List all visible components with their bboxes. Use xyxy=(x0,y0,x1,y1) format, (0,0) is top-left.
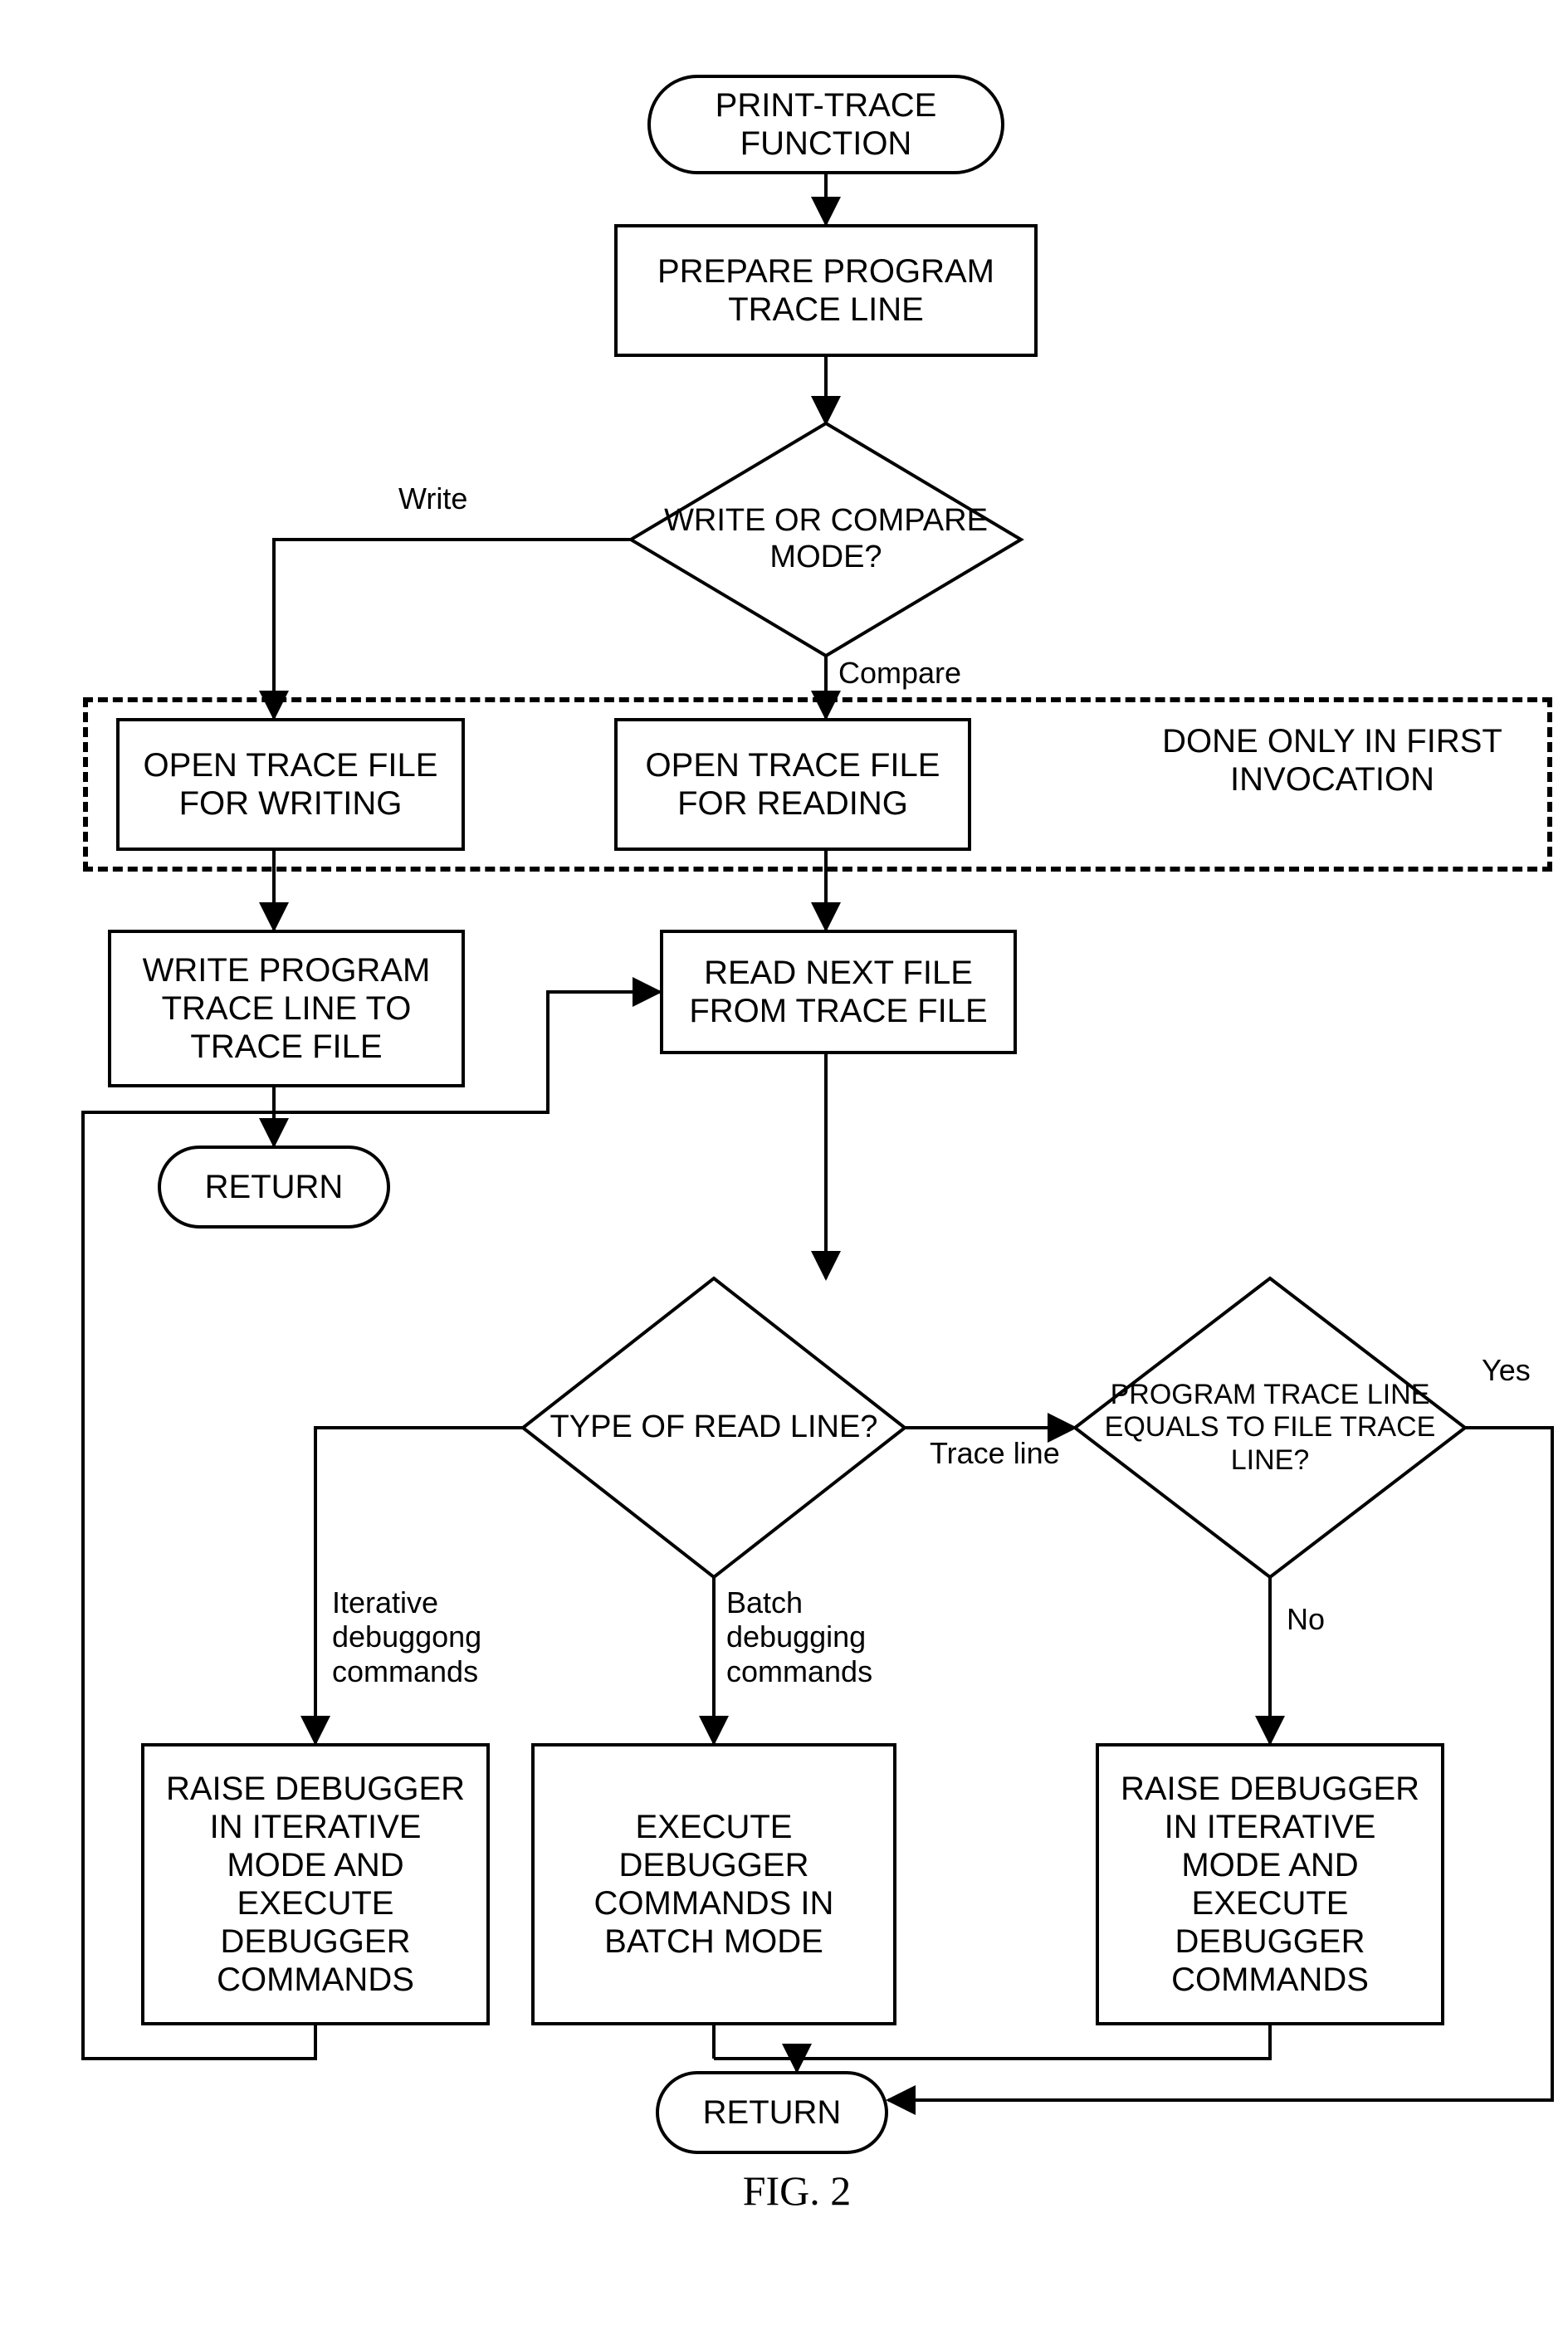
node-read-next-file: READ NEXT FILE FROM TRACE FILE xyxy=(660,930,1017,1054)
edge-label-batch-commands: Batch debugging commands xyxy=(726,1585,934,1688)
node-label: WRITE OR COMPARE MODE? xyxy=(639,503,1013,575)
edge-label-iterative-commands: Iterative debuggong commands xyxy=(332,1585,540,1688)
node-raise-debugger-iterative-left: RAISE DEBUGGER IN ITERATIVE MODE AND EXE… xyxy=(141,1743,490,2025)
node-prepare-trace-line: PREPARE PROGRAM TRACE LINE xyxy=(614,224,1038,357)
edge-label-no: No xyxy=(1287,1602,1325,1636)
node-label: RAISE DEBUGGER IN ITERATIVE MODE AND EXE… xyxy=(156,1770,475,1999)
node-label: RETURN xyxy=(205,1168,344,1206)
node-label: WRITE PROGRAM TRACE LINE TO TRACE FILE xyxy=(123,951,450,1066)
node-write-or-compare-label: WRITE OR COMPARE MODE? xyxy=(631,423,1021,656)
group-note-first-invocation: DONE ONLY IN FIRST INVOCATION xyxy=(1154,722,1511,799)
node-open-trace-file-writing: OPEN TRACE FILE FOR WRITING xyxy=(116,718,465,851)
edge-label-compare: Compare xyxy=(838,656,961,690)
node-label: OPEN TRACE FILE FOR WRITING xyxy=(131,746,450,823)
flowchart-canvas: PRINT-TRACE FUNCTION PREPARE PROGRAM TRA… xyxy=(33,33,1568,2307)
edge-label-write: Write xyxy=(398,481,467,515)
node-label: PREPARE PROGRAM TRACE LINE xyxy=(629,252,1023,329)
node-type-of-read-line: TYPE OF READ LINE? xyxy=(523,1278,905,1577)
figure-caption: FIG. 2 xyxy=(672,2167,921,2215)
node-label: READ NEXT FILE FROM TRACE FILE xyxy=(675,954,1002,1030)
edge-label-yes: Yes xyxy=(1482,1353,1531,1387)
node-label: RAISE DEBUGGER IN ITERATIVE MODE AND EXE… xyxy=(1111,1770,1429,1999)
node-label: TYPE OF READ LINE? xyxy=(550,1409,878,1446)
node-label: OPEN TRACE FILE FOR READING xyxy=(629,746,956,823)
node-label: EXECUTE DEBUGGER COMMANDS IN BATCH MODE xyxy=(546,1808,882,1961)
node-return-left: RETURN xyxy=(158,1146,390,1229)
node-start-terminator: PRINT-TRACE FUNCTION xyxy=(647,75,1004,174)
edge-label-trace-line: Trace line xyxy=(930,1436,1062,1470)
node-raise-debugger-iterative-right: RAISE DEBUGGER IN ITERATIVE MODE AND EXE… xyxy=(1096,1743,1444,2025)
node-trace-line-equals: PROGRAM TRACE LINE EQUALS TO FILE TRACE … xyxy=(1075,1278,1465,1577)
node-execute-debugger-batch: EXECUTE DEBUGGER COMMANDS IN BATCH MODE xyxy=(531,1743,896,2025)
node-label: PRINT-TRACE FUNCTION xyxy=(667,86,984,163)
node-open-trace-file-reading: OPEN TRACE FILE FOR READING xyxy=(614,718,971,851)
node-label: RETURN xyxy=(703,2093,842,2132)
node-label: PROGRAM TRACE LINE EQUALS TO FILE TRACE … xyxy=(1083,1379,1457,1476)
node-return-bottom: RETURN xyxy=(656,2071,888,2154)
node-write-trace-line: WRITE PROGRAM TRACE LINE TO TRACE FILE xyxy=(108,930,465,1087)
